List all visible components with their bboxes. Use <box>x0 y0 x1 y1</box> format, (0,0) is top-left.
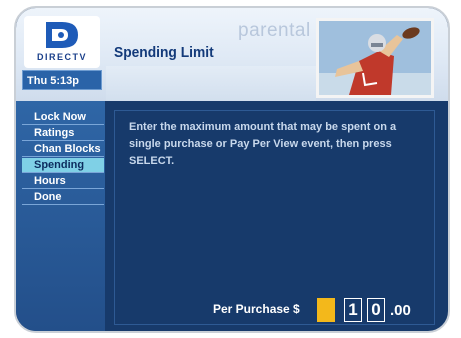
content-panel: Enter the maximum amount that may be spe… <box>114 110 435 325</box>
menu-item-hours[interactable]: Hours <box>22 174 104 189</box>
menu-item-lock-now[interactable]: Lock Now <box>22 110 104 125</box>
page-title: Spending Limit <box>114 44 214 61</box>
section-watermark: parental <box>238 20 311 41</box>
sidebar-menu: Lock Now Ratings Chan Blocks Spending Ho… <box>22 110 104 206</box>
cents-label: .00 <box>390 302 411 319</box>
logo-wordmark: DIRECTV <box>36 52 87 62</box>
directv-logo-icon <box>46 22 78 48</box>
menu-item-spending[interactable]: Spending <box>22 158 104 173</box>
digit-field-tens[interactable]: 1 <box>344 298 362 322</box>
instructions-text: Enter the maximum amount that may be spe… <box>129 121 397 167</box>
menu-item-ratings[interactable]: Ratings <box>22 126 104 141</box>
clock-display: Thu 5:13p <box>22 70 102 90</box>
football-player-photo <box>316 18 434 98</box>
football-player-image <box>319 21 431 95</box>
digit-field-hundreds[interactable] <box>317 298 335 322</box>
tv-screen: parental DIRECTV Spending Limit Thu 5:13… <box>14 6 450 333</box>
per-purchase-label: Per Purchase $ <box>213 302 300 316</box>
per-purchase-entry: Per Purchase $ 1 0 .00 <box>213 298 435 322</box>
menu-item-done[interactable]: Done <box>22 190 104 205</box>
menu-item-chan-blocks[interactable]: Chan Blocks <box>22 142 104 157</box>
digit-field-ones[interactable]: 0 <box>367 298 385 322</box>
directv-logo: DIRECTV <box>24 16 100 68</box>
